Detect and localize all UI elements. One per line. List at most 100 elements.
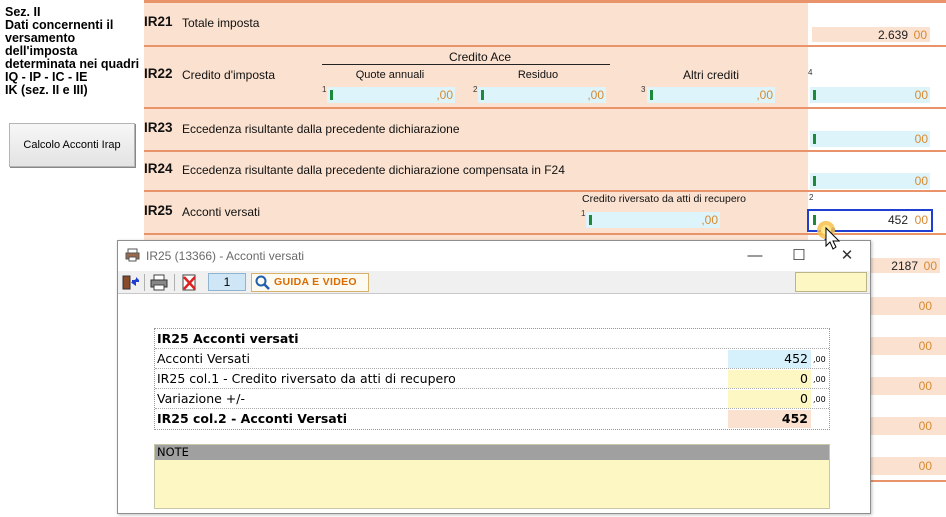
ir25-col1-index: 1: [581, 209, 586, 218]
row-decimals: ,00: [813, 375, 826, 384]
mouse-cursor-icon: [817, 221, 841, 250]
minimize-button[interactable]: —: [738, 245, 772, 267]
right-col-decimals: 00: [918, 299, 932, 313]
ir23-field[interactable]: 00: [810, 131, 930, 147]
ir23-code: IR23: [144, 120, 173, 135]
ir24-label: Eccedenza risultante dalla precedente di…: [182, 163, 565, 177]
right-col-decimals: 00: [918, 459, 932, 473]
ir22-altri-crediti-field[interactable]: ,00: [647, 87, 775, 103]
row-decimals: ,00: [813, 355, 826, 364]
acconti-versati-input[interactable]: 452: [728, 350, 811, 368]
credito-ace-header: Credito Ace: [448, 50, 512, 64]
ir21-total-value: 2.639: [877, 28, 908, 42]
next-row-decimals: 00: [923, 259, 937, 273]
window-toolbar: 1 GUIDA E VIDEO: [118, 271, 870, 294]
row-separator: [144, 190, 946, 192]
ir25-label: Acconti versati: [182, 205, 261, 219]
ir22-quote-annuali-field[interactable]: ,00: [327, 87, 455, 103]
ir22-col2-decimals: ,00: [587, 88, 604, 102]
ir23-label: Eccedenza risultante dalla precedente di…: [182, 122, 460, 136]
total-label: IR25 col.2 - Acconti Versati: [157, 411, 348, 426]
next-row-value: 2187: [891, 259, 918, 273]
ir24-field[interactable]: 00: [810, 173, 930, 189]
delete-icon[interactable]: [181, 274, 199, 291]
ir22-label: Credito d'imposta: [182, 68, 275, 82]
ir25-code: IR25: [144, 203, 173, 218]
field-marker: [813, 134, 816, 144]
credito-riversato-header: Credito riversato da atti di recupero: [582, 193, 746, 205]
altri-crediti-header: Altri crediti: [682, 68, 739, 82]
printer-app-icon: [125, 248, 140, 262]
table-title: IR25 Acconti versati: [157, 331, 299, 346]
ir22-total-decimals: 00: [914, 88, 928, 102]
window-title: IR25 (13366) - Acconti versati: [146, 249, 305, 263]
quote-annuali-header: Quote annuali: [355, 69, 425, 81]
toolbar-separator: [144, 274, 145, 291]
table-row: Variazione +/- 0 ,00: [155, 389, 829, 409]
table-row: Acconti Versati 452 ,00: [155, 349, 829, 369]
table-total-row: IR25 col.2 - Acconti Versati 452: [155, 409, 829, 429]
toolbar-yellow-field[interactable]: [795, 272, 867, 292]
right-col-decimals: 00: [918, 339, 932, 353]
field-marker: [589, 215, 592, 225]
table-header-row: IR25 Acconti versati: [155, 329, 829, 349]
ir21-total-field[interactable]: 2.639 00: [812, 27, 930, 42]
ir25-col2-index: 2: [809, 193, 814, 202]
ir22-col4-index: 4: [808, 68, 813, 77]
residuo-header: Residuo: [517, 69, 559, 81]
ir24-decimals: 00: [914, 174, 928, 188]
ir25-col1-decimals: ,00: [701, 213, 718, 227]
ir25-credito-riversato-field[interactable]: ,00: [586, 212, 720, 228]
ir22-total-field[interactable]: 00: [810, 87, 930, 103]
maximize-button[interactable]: ☐: [782, 245, 816, 267]
notes-header: NOTE: [155, 445, 829, 460]
section-title: Sez. II Dati concernenti il versamento d…: [5, 5, 140, 97]
acconti-versati-window: IR25 (13366) - Acconti versati — ☐ ✕ 1 G…: [117, 240, 871, 514]
ir22-col3-decimals: ,00: [756, 88, 773, 102]
guida-e-video-button[interactable]: GUIDA E VIDEO: [251, 273, 369, 292]
credito-ace-underline: [322, 64, 610, 65]
row-label: IR25 col.1 - Credito riversato da atti d…: [157, 371, 456, 386]
acconti-table: IR25 Acconti versati Acconti Versati 452…: [154, 328, 830, 430]
row-separator: [144, 150, 946, 152]
ir22-code: IR22: [144, 66, 173, 81]
row-label: Variazione +/-: [157, 391, 245, 406]
ir21-code: IR21: [144, 14, 173, 29]
ir22-col1-index: 1: [322, 85, 327, 94]
screen: Sez. II Dati concernenti il versamento d…: [0, 0, 946, 517]
ir23-decimals: 00: [914, 132, 928, 146]
row-decimals: ,00: [813, 395, 826, 404]
field-marker: [481, 90, 484, 100]
field-marker: [330, 90, 333, 100]
right-col-decimals: 00: [918, 419, 932, 433]
window-titlebar[interactable]: IR25 (13366) - Acconti versati — ☐ ✕: [118, 241, 870, 270]
table-row: IR25 col.1 - Credito riversato da atti d…: [155, 369, 829, 389]
calcolo-acconti-irap-button[interactable]: Calcolo Acconti Irap: [9, 123, 135, 167]
variazione-input[interactable]: 0: [728, 390, 811, 408]
print-icon[interactable]: [150, 274, 168, 291]
field-marker: [650, 90, 653, 100]
page-number-field[interactable]: 1: [208, 273, 246, 291]
form-top-border: [144, 0, 946, 3]
ir22-col1-decimals: ,00: [436, 88, 453, 102]
notes-area[interactable]: NOTE: [154, 444, 830, 509]
magnifier-icon: [255, 275, 270, 290]
right-col-decimals: 00: [918, 379, 932, 393]
ir21-label: Totale imposta: [182, 16, 260, 30]
ir22-col3-index: 3: [641, 85, 646, 94]
ir22-residuo-field[interactable]: ,00: [478, 87, 606, 103]
field-marker: [813, 90, 816, 100]
toolbar-separator: [174, 274, 175, 291]
window-body: IR25 Acconti versati Acconti Versati 452…: [118, 295, 870, 513]
row-label: Acconti Versati: [157, 351, 250, 366]
ir24-code: IR24: [144, 161, 173, 176]
exit-icon[interactable]: [122, 274, 140, 291]
credito-riversato-input[interactable]: 0: [728, 370, 811, 388]
row-separator: [144, 107, 946, 109]
total-value: 452: [728, 410, 811, 428]
field-marker: [813, 176, 816, 186]
ir22-col2-index: 2: [473, 85, 478, 94]
row-separator: [144, 45, 946, 47]
ir21-total-decimals: 00: [913, 28, 927, 42]
guida-label: GUIDA E VIDEO: [274, 276, 357, 288]
